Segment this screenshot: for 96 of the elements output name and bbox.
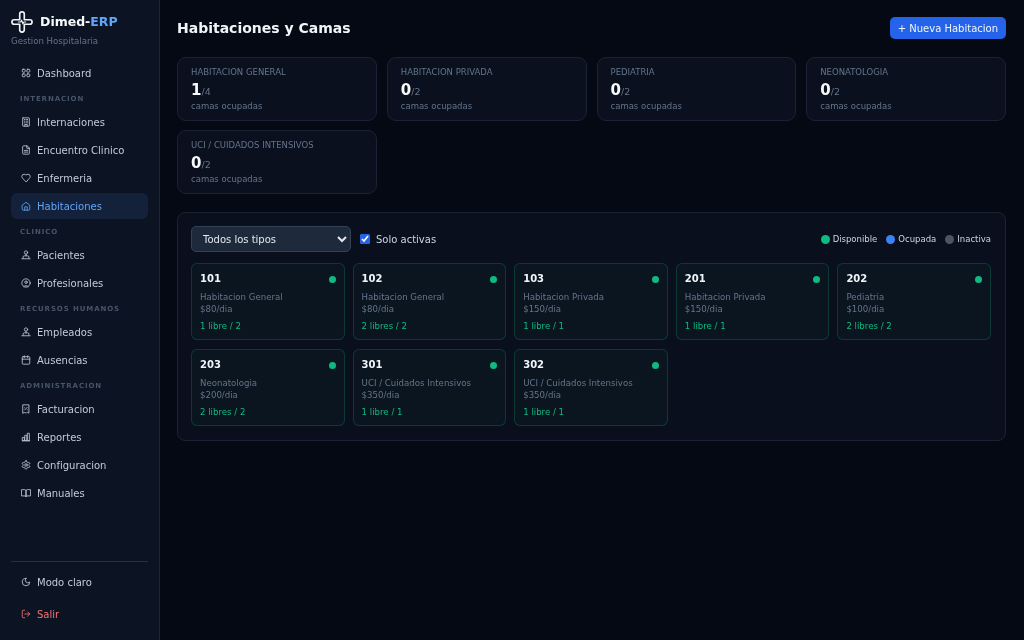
room-number: 101 — [200, 272, 221, 286]
legend-label: Disponible — [832, 234, 878, 244]
book-icon — [21, 488, 31, 498]
room-type: Neonatologia — [200, 377, 259, 389]
room-price: $200/dia — [200, 389, 239, 401]
building-icon — [21, 117, 31, 127]
person-icon — [21, 250, 31, 260]
logout-icon — [21, 609, 31, 619]
room-type: UCI / Cuidados Intensivos — [523, 377, 634, 389]
receipt-icon — [21, 404, 31, 414]
stat-label: PEDIATRIA — [610, 66, 656, 78]
occupancy-count: 1/4 — [191, 81, 212, 99]
occupancy-count: 0/2 — [820, 81, 841, 99]
heart-icon — [21, 173, 31, 183]
moon-icon — [21, 577, 31, 587]
room-number: 203 — [200, 358, 221, 372]
nav-item[interactable]: Manuales — [11, 480, 148, 506]
room-price: $150/dia — [523, 303, 563, 315]
room-price: $350/dia — [523, 389, 563, 401]
occupancy-count: 0/2 — [400, 81, 422, 99]
room-card[interactable]: 102 Habitacion General $80/dia 2 libres / 2 — [352, 263, 507, 340]
nav-item[interactable]: Facturacion — [11, 396, 148, 422]
room-number: 301 — [361, 358, 383, 372]
room-price: $80/dia — [361, 303, 395, 315]
app-subtitle: Gestion Hospitalaria — [11, 35, 100, 47]
room-card[interactable]: 101 Habitacion General $80/dia 1 libre / 2 — [191, 263, 345, 340]
room-card[interactable]: 201 Habitacion Privada $150/dia 1 libre / 1 — [675, 263, 830, 340]
nav-item[interactable]: Encuentro Clinico — [11, 137, 148, 163]
stat-caption: camas ocupadas — [820, 100, 893, 112]
person-icon — [21, 327, 31, 337]
settings-icon — [21, 460, 31, 470]
room-card[interactable]: 202 Pediatria $100/dia 2 libres / 2 — [837, 263, 991, 340]
app-name: Dimed-ERP — [40, 13, 118, 31]
user-circle-icon — [21, 278, 31, 288]
nav-item[interactable]: Enfermeria — [11, 165, 148, 191]
room-type: UCI / Cuidados Intensivos — [361, 377, 473, 389]
bed-availability: 2 libres / 2 — [200, 406, 247, 418]
room-type: Habitacion General — [361, 291, 446, 303]
calendar-icon — [21, 355, 31, 365]
bed-availability: 2 libres / 2 — [846, 320, 893, 332]
room-type: Habitacion Privada — [684, 291, 767, 303]
nav-item[interactable]: Pacientes — [11, 242, 148, 268]
room-type: Habitacion Privada — [523, 291, 605, 303]
stat-caption: camas ocupadas — [610, 100, 683, 112]
nav-item[interactable]: Ausencias — [11, 347, 148, 373]
stat-caption: camas ocupadas — [191, 100, 264, 112]
nav-item[interactable]: Habitaciones — [11, 193, 148, 219]
room-price: $100/dia — [846, 303, 886, 315]
bed-availability: 1 libre / 2 — [200, 320, 242, 332]
room-number: 102 — [361, 272, 383, 286]
room-price: $150/dia — [684, 303, 724, 315]
stat-label: NEONATOLOGIA — [820, 66, 890, 78]
bed-availability: 1 libre / 1 — [684, 320, 727, 332]
nav-item[interactable]: Empleados — [11, 319, 148, 345]
grid-icon — [21, 68, 31, 78]
stat-label: UCI / CUIDADOS INTENSIVOS — [191, 139, 315, 151]
legend-label: Inactiva — [957, 234, 991, 244]
document-icon — [21, 145, 31, 155]
room-card[interactable]: 103 Habitacion Privada $150/dia 1 libre / 1 — [514, 263, 668, 340]
room-number: 201 — [684, 272, 706, 286]
stat-caption: camas ocupadas — [400, 100, 474, 112]
room-card[interactable]: 302 UCI / Cuidados Intensivos $350/dia 1 libre / 1 — [514, 349, 668, 426]
nav-item[interactable]: Profesionales — [11, 270, 148, 296]
logout-button[interactable]: Salir — [11, 601, 148, 627]
theme-toggle-button[interactable]: Modo claro — [11, 569, 148, 595]
room-number: 302 — [523, 358, 545, 372]
page-title: Habitaciones y Camas — [177, 19, 351, 38]
room-number: 103 — [523, 272, 545, 286]
stat-label: HABITACION GENERAL — [191, 66, 287, 78]
nav-item[interactable]: Configuracion — [11, 452, 148, 478]
nav-item[interactable]: Internaciones — [11, 109, 148, 135]
logo-icon — [11, 11, 33, 33]
nav-item[interactable]: Reportes — [11, 424, 148, 450]
stat-label: HABITACION PRIVADA — [400, 66, 494, 78]
occupancy-count: 0/2 — [610, 81, 632, 99]
room-price: $350/dia — [361, 389, 401, 401]
bed-availability: 1 libre / 1 — [361, 406, 404, 418]
type-filter-select[interactable]: Todos los tipos — [191, 226, 351, 252]
occupancy-count: 0/2 — [191, 154, 212, 172]
room-price: $80/dia — [200, 303, 234, 315]
bed-availability: 2 libres / 2 — [361, 320, 408, 332]
only-active-checkbox[interactable] — [360, 234, 370, 244]
room-card[interactable]: 203 Neonatologia $200/dia 2 libres / 2 — [191, 349, 345, 426]
only-active-label: Solo activas — [376, 233, 437, 245]
legend-label: Ocupada — [898, 234, 937, 244]
stat-caption: camas ocupadas — [191, 173, 264, 185]
room-number: 202 — [846, 272, 868, 286]
bed-availability: 1 libre / 1 — [523, 320, 566, 332]
home-icon — [21, 201, 31, 211]
new-room-button[interactable]: + Nueva Habitacion — [889, 17, 1006, 39]
room-card[interactable]: 301 UCI / Cuidados Intensivos $350/dia 1 libre / 1 — [352, 349, 507, 426]
room-type: Habitacion General — [200, 291, 284, 303]
bar-chart-icon — [21, 432, 31, 442]
nav-item[interactable]: Dashboard — [11, 60, 148, 86]
room-type: Pediatria — [846, 291, 886, 303]
bed-availability: 1 libre / 1 — [523, 406, 566, 418]
